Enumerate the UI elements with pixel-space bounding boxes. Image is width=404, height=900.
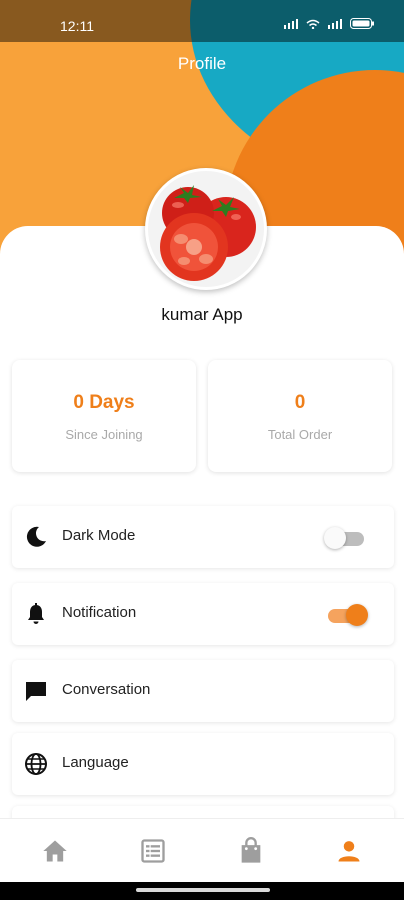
stat-value-days: 0 Days bbox=[73, 392, 135, 413]
menu-label-dark-mode: Dark Mode bbox=[62, 527, 136, 544]
stat-label-orders: Total Order bbox=[267, 427, 333, 442]
moon-icon bbox=[26, 526, 46, 547]
bottom-nav bbox=[0, 818, 404, 883]
home-gesture-bar[interactable] bbox=[136, 888, 270, 892]
status-time: 12:11 bbox=[60, 18, 94, 34]
globe-icon bbox=[25, 753, 47, 775]
bell-icon bbox=[28, 603, 44, 624]
stat-card-days: 0 Days Since Joining bbox=[12, 360, 196, 472]
dark-mode-toggle[interactable] bbox=[324, 527, 368, 549]
home-icon[interactable] bbox=[41, 837, 69, 865]
stat-label-days: Since Joining bbox=[65, 427, 143, 442]
list-icon[interactable] bbox=[139, 837, 167, 865]
profile-screen: 12:11 Profile kumar App 0 Days Since Joi… bbox=[0, 0, 404, 900]
chat-icon bbox=[26, 682, 46, 701]
status-icons bbox=[284, 18, 374, 29]
stat-value-orders: 0 bbox=[294, 392, 306, 413]
page-title: Profile bbox=[177, 54, 227, 73]
user-name: kumar App bbox=[161, 305, 243, 324]
wifi-icon bbox=[306, 19, 320, 29]
menu-item-dark-mode[interactable]: Dark Mode bbox=[12, 506, 394, 568]
avatar[interactable] bbox=[145, 168, 267, 290]
stat-card-orders: 0 Total Order bbox=[208, 360, 392, 472]
menu-item-language[interactable]: Language bbox=[12, 733, 394, 795]
toggle-knob bbox=[346, 604, 368, 626]
menu-label-language: Language bbox=[62, 754, 129, 771]
signal-icon bbox=[284, 18, 298, 29]
menu-label-notification: Notification bbox=[62, 604, 137, 621]
menu-item-conversation[interactable]: Conversation bbox=[12, 660, 394, 722]
menu-item-notification[interactable]: Notification bbox=[12, 583, 394, 645]
status-bar: 12:11 bbox=[0, 0, 404, 42]
person-icon[interactable] bbox=[335, 837, 363, 865]
battery-icon bbox=[350, 18, 374, 29]
notification-toggle[interactable] bbox=[324, 604, 368, 626]
bag-icon[interactable] bbox=[237, 837, 265, 865]
tomato-image bbox=[148, 171, 264, 287]
menu-label-conversation: Conversation bbox=[62, 681, 151, 698]
signal-icon-2 bbox=[328, 18, 342, 29]
system-gesture-area bbox=[0, 882, 404, 900]
toggle-knob bbox=[324, 527, 346, 549]
